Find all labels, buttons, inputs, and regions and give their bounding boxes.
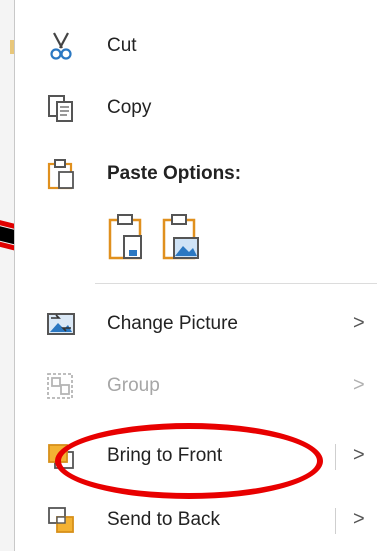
menu-item-group: Group > xyxy=(15,358,377,414)
chevron-right-icon: > xyxy=(353,374,365,396)
menu-item-copy[interactable]: Copy xyxy=(15,80,377,136)
paste-picture-button[interactable] xyxy=(161,212,201,262)
menu-item-change-picture-label: Change Picture xyxy=(107,313,238,334)
menu-separator xyxy=(95,283,377,284)
submenu-divider xyxy=(335,508,336,534)
chevron-right-icon[interactable]: > xyxy=(353,508,365,531)
copy-icon xyxy=(45,92,77,124)
chevron-right-icon[interactable]: > xyxy=(353,444,365,467)
chevron-right-icon: > xyxy=(353,312,365,334)
menu-item-cut[interactable]: Cut xyxy=(15,18,377,74)
context-menu: Cut Copy Paste Options: Change Picture >… xyxy=(14,0,377,551)
menu-item-paste-options: Paste Options: xyxy=(15,146,377,202)
submenu-divider xyxy=(335,444,336,470)
paste-picture-icon xyxy=(161,214,201,266)
menu-item-copy-label: Copy xyxy=(107,97,152,118)
menu-item-send-to-back-label: Send to Back xyxy=(107,509,221,530)
bring-to-front-icon xyxy=(45,440,77,472)
menu-item-bring-to-front[interactable]: Bring to Front > xyxy=(15,428,377,484)
menu-item-group-label: Group xyxy=(107,375,160,396)
change-picture-icon xyxy=(45,308,77,340)
menu-item-change-picture[interactable]: Change Picture > xyxy=(15,296,377,352)
menu-item-paste-options-label: Paste Options: xyxy=(107,163,242,184)
paste-keep-source-icon xyxy=(107,214,147,266)
menu-item-cut-label: Cut xyxy=(107,35,137,56)
clipboard-icon xyxy=(45,158,77,190)
paste-options-row xyxy=(107,212,247,272)
background-strip xyxy=(0,0,14,551)
menu-item-send-to-back[interactable]: Send to Back > xyxy=(15,492,377,548)
scissors-icon xyxy=(45,30,77,62)
paste-keep-source-button[interactable] xyxy=(107,212,147,262)
send-to-back-icon xyxy=(45,504,77,536)
menu-item-bring-to-front-label: Bring to Front xyxy=(107,445,223,466)
group-icon xyxy=(45,370,77,402)
